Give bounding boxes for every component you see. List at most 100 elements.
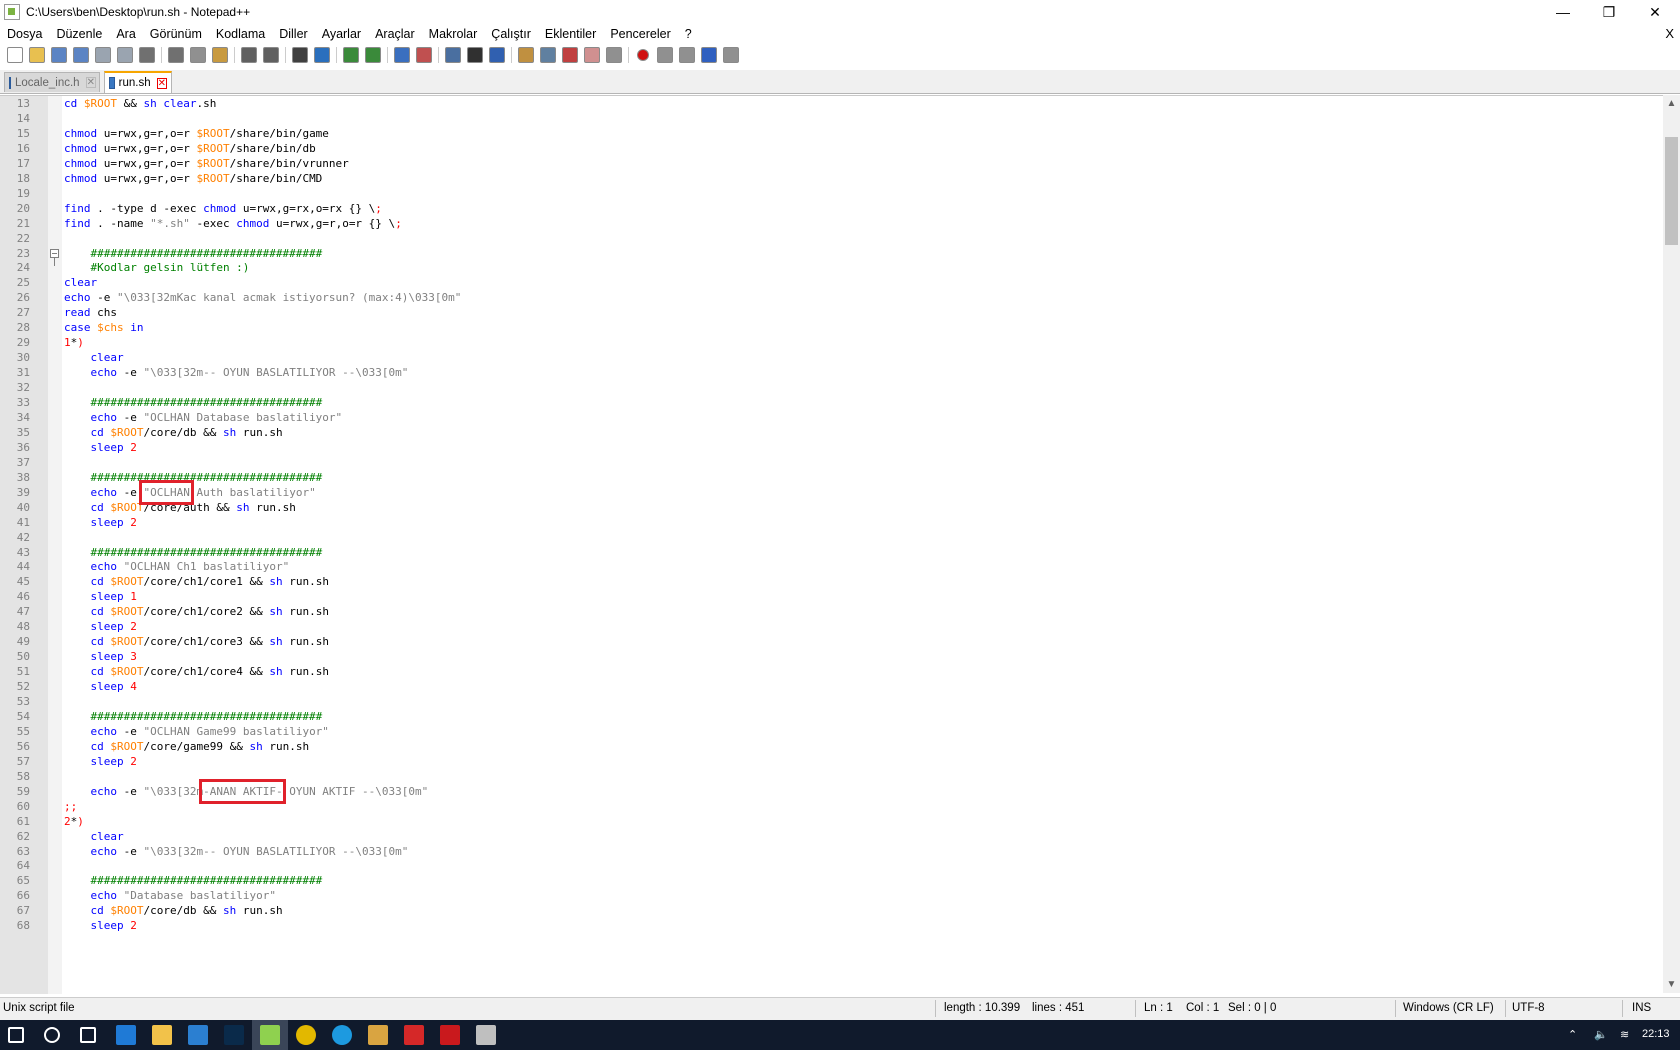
code-line[interactable]: 31 echo -e "\033[32m-- OYUN BASLATILIYOR… <box>0 365 1660 381</box>
file-explorer-icon[interactable] <box>152 1025 172 1045</box>
save-icon[interactable] <box>51 47 67 63</box>
media-app-icon[interactable] <box>188 1025 208 1045</box>
menu-item[interactable]: Araçlar <box>368 27 422 41</box>
show-all-chars-icon[interactable] <box>467 47 483 63</box>
save-all-icon[interactable] <box>73 47 89 63</box>
close-all-icon[interactable] <box>117 47 133 63</box>
find-icon[interactable] <box>292 47 308 63</box>
code-line[interactable]: 42 <box>0 530 1660 546</box>
code-line[interactable]: 33 ################################### <box>0 395 1660 411</box>
close-file-icon[interactable] <box>95 47 111 63</box>
vertical-scrollbar[interactable]: ▲ ▼ <box>1663 95 1680 993</box>
code-line[interactable]: 17 chmod u=rwx,g=r,o=r $ROOT/share/bin/vr… <box>0 156 1660 172</box>
scroll-up-icon[interactable]: ▲ <box>1663 95 1680 112</box>
code-line[interactable]: 14 <box>0 111 1660 127</box>
code-line[interactable]: 52 sleep 4 <box>0 679 1660 695</box>
zoom-in-icon[interactable] <box>343 47 359 63</box>
code-line[interactable]: 43 ################################### <box>0 545 1660 561</box>
clock[interactable]: 22:13 <box>1642 1028 1670 1040</box>
code-line[interactable]: 54 ################################### <box>0 709 1660 725</box>
code-line[interactable]: 53 <box>0 694 1660 710</box>
chevron-up-icon[interactable]: ⌃ <box>1568 1028 1577 1041</box>
scrollbar-thumb[interactable] <box>1665 137 1678 245</box>
notepadpp-icon[interactable] <box>260 1025 280 1045</box>
close-button[interactable]: ✕ <box>1632 0 1678 24</box>
menu-item[interactable]: Dosya <box>0 27 49 41</box>
close-document-button[interactable]: X <box>1665 26 1674 41</box>
code-line[interactable]: 63 echo -e "\033[32m-- OYUN BASLATILIYOR… <box>0 844 1660 860</box>
code-line[interactable]: 55 echo -e "OCLHAN Game99 baslatiliyor" <box>0 724 1660 740</box>
filezilla-icon[interactable] <box>440 1025 460 1045</box>
code-line[interactable]: 27 read chs <box>0 305 1660 321</box>
skype-icon[interactable] <box>332 1025 352 1045</box>
menu-item[interactable]: Pencereler <box>603 27 677 41</box>
paste-icon[interactable] <box>212 47 228 63</box>
fold-collapse-icon[interactable] <box>50 248 59 258</box>
menu-item[interactable]: Makrolar <box>422 27 485 41</box>
code-line[interactable]: 21 find . -name "*.sh" -exec chmod u=rwx,… <box>0 216 1660 232</box>
code-line[interactable]: 68 sleep 2 <box>0 918 1660 934</box>
code-line[interactable]: 36 sleep 2 <box>0 440 1660 456</box>
code-line[interactable]: 28 case $chs in <box>0 320 1660 336</box>
code-line[interactable]: 37 <box>0 455 1660 471</box>
code-line[interactable]: 13 cd $ROOT && sh clear.sh <box>0 96 1660 112</box>
insert-mode[interactable]: INS <box>1632 1002 1651 1014</box>
run-macro-multiple-icon[interactable] <box>701 47 717 63</box>
tab-run-sh[interactable]: run.sh ✕ <box>104 71 172 93</box>
chrome-icon[interactable] <box>296 1025 316 1045</box>
code-line[interactable]: 39 echo -e "OCLHAN Auth baslatiliyor" <box>0 485 1660 501</box>
menu-item[interactable]: Diller <box>272 27 314 41</box>
paint-icon[interactable] <box>368 1025 388 1045</box>
menu-item[interactable]: Ayarlar <box>315 27 368 41</box>
indent-guide-icon[interactable] <box>489 47 505 63</box>
code-line[interactable]: 16 chmod u=rwx,g=r,o=r $ROOT/share/bin/db <box>0 141 1660 157</box>
play-macro-icon[interactable] <box>679 47 695 63</box>
menu-item[interactable]: Çalıştır <box>484 27 538 41</box>
code-line[interactable]: 67 cd $ROOT/core/db && sh run.sh <box>0 903 1660 919</box>
code-line[interactable]: 24 #Kodlar gelsin lütfen :) <box>0 260 1660 276</box>
code-line[interactable]: 66 echo "Database baslatiliyor" <box>0 888 1660 904</box>
code-line[interactable]: 48 sleep 2 <box>0 619 1660 635</box>
code-line[interactable]: 22 <box>0 231 1660 247</box>
save-macro-icon[interactable] <box>723 47 739 63</box>
code-line[interactable]: 46 sleep 1 <box>0 589 1660 605</box>
code-line[interactable]: 56 cd $ROOT/core/game99 && sh run.sh <box>0 739 1660 755</box>
network-tool-icon[interactable] <box>476 1025 496 1045</box>
tab-locale-inc-h[interactable]: Locale_inc.h ✕ <box>4 72 100 92</box>
code-line[interactable]: 18 chmod u=rwx,g=r,o=r $ROOT/share/bin/CM… <box>0 171 1660 187</box>
maximize-button[interactable]: ❐ <box>1586 0 1632 24</box>
new-file-icon[interactable] <box>7 47 23 63</box>
minimize-button[interactable]: — <box>1540 0 1586 24</box>
undo-icon[interactable] <box>241 47 257 63</box>
code-line[interactable]: 51 cd $ROOT/core/ch1/core4 && sh run.sh <box>0 664 1660 680</box>
code-line[interactable]: 25 clear <box>0 275 1660 291</box>
record-macro-icon[interactable] <box>637 49 649 61</box>
code-line[interactable]: 64 <box>0 858 1660 874</box>
eol-format[interactable]: Windows (CR LF) <box>1403 1002 1494 1014</box>
sync-horizontal-icon[interactable] <box>416 47 432 63</box>
code-line[interactable]: 41 sleep 2 <box>0 515 1660 531</box>
menu-item[interactable]: Ara <box>109 27 142 41</box>
doc-map-icon[interactable] <box>540 47 556 63</box>
menu-item[interactable]: Eklentiler <box>538 27 603 41</box>
code-line[interactable]: 26 echo -e "\033[32mKac kanal acmak istiy… <box>0 290 1660 306</box>
code-line[interactable]: 61 2*) <box>0 814 1660 830</box>
code-line[interactable]: 44 echo "OCLHAN Ch1 baslatiliyor" <box>0 559 1660 575</box>
encoding[interactable]: UTF-8 <box>1512 1002 1545 1014</box>
replace-icon[interactable] <box>314 47 330 63</box>
monitoring-icon[interactable] <box>606 47 622 63</box>
code-line[interactable]: 20 find . -type d -exec chmod u=rwx,g=rx,… <box>0 201 1660 217</box>
network-icon[interactable]: ≋ <box>1620 1028 1629 1041</box>
edge-icon[interactable] <box>116 1025 136 1045</box>
function-list-icon[interactable] <box>562 47 578 63</box>
code-line[interactable]: 30 clear <box>0 350 1660 366</box>
photoshop-icon[interactable] <box>224 1025 244 1045</box>
search-icon[interactable] <box>44 1027 60 1043</box>
cut-icon[interactable] <box>168 47 184 63</box>
menu-item[interactable]: Görünüm <box>143 27 209 41</box>
udl-icon[interactable] <box>518 47 534 63</box>
acrobat-icon[interactable] <box>404 1025 424 1045</box>
redo-icon[interactable] <box>263 47 279 63</box>
folder-workspace-icon[interactable] <box>584 47 600 63</box>
zoom-out-icon[interactable] <box>365 47 381 63</box>
